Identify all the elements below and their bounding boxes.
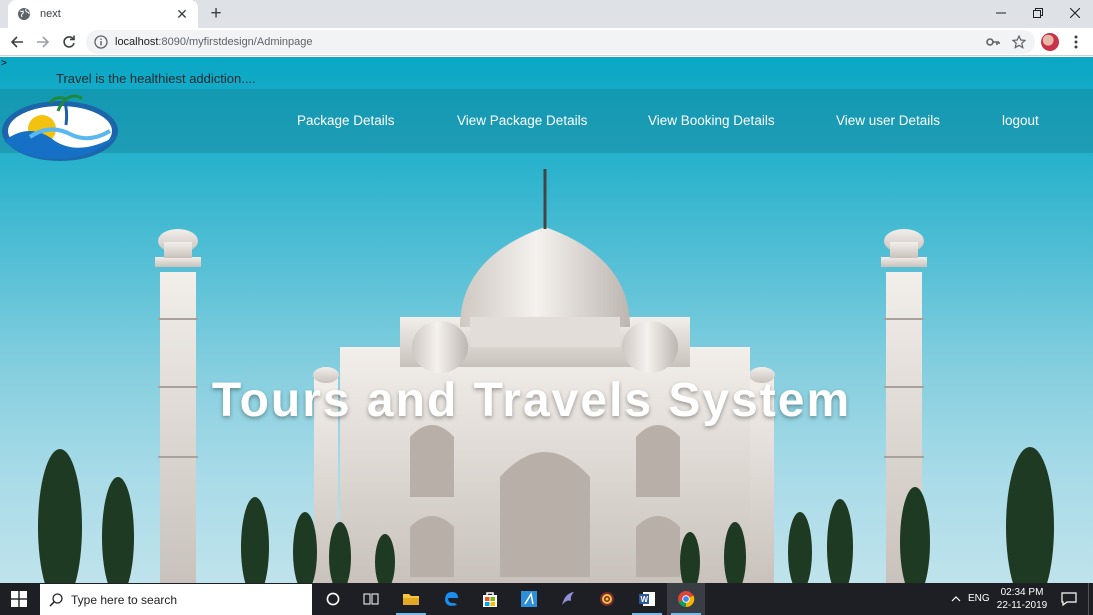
nav-view-user-details[interactable]: View user Details <box>836 113 940 128</box>
nav-package-details[interactable]: Package Details <box>297 113 395 128</box>
close-icon[interactable]: ✕ <box>174 6 190 22</box>
close-window-icon[interactable] <box>1057 0 1093 26</box>
language-indicator[interactable]: ENG <box>968 593 990 604</box>
forward-arrow-icon[interactable] <box>33 32 53 52</box>
file-explorer-icon[interactable] <box>392 583 430 615</box>
taskbar: Type here to search W ENG 02:34 PM 22-11… <box>0 583 1093 615</box>
chevron-up-icon[interactable] <box>948 583 964 615</box>
task-view-icon[interactable] <box>352 583 390 615</box>
edge-icon[interactable] <box>432 583 470 615</box>
search-icon <box>49 592 63 607</box>
tab-title: next <box>40 8 61 20</box>
avatar[interactable] <box>1041 33 1059 51</box>
kebab-menu-icon[interactable] <box>1068 32 1084 52</box>
dolphin-app-icon[interactable] <box>549 583 587 615</box>
clock[interactable]: 02:34 PM 22-11-2019 <box>996 586 1048 612</box>
minimize-icon[interactable] <box>983 0 1019 26</box>
url-path: :8090/myfirstdesign/Adminpage <box>158 36 313 48</box>
key-icon[interactable] <box>983 32 1003 52</box>
browser-tab[interactable]: next ✕ <box>8 0 198 28</box>
nav-view-package-details[interactable]: View Package Details <box>457 113 587 128</box>
hero-title: Tours and Travels System <box>211 374 852 427</box>
url-host: localhost <box>115 36 159 48</box>
gear-app-icon[interactable] <box>588 583 626 615</box>
chrome-icon[interactable] <box>667 583 705 615</box>
globe-icon <box>18 8 30 20</box>
address-bar[interactable]: localhost:8090/myfirstdesign/Adminpage <box>86 30 1035 54</box>
star-icon[interactable] <box>1009 32 1029 52</box>
clock-time: 02:34 PM <box>1000 587 1044 598</box>
info-icon[interactable] <box>94 35 108 49</box>
taskbar-search-box[interactable]: Type here to search <box>40 584 312 615</box>
navbar: Package Details View Package Details Vie… <box>0 89 1093 161</box>
restore-icon[interactable] <box>1020 0 1056 26</box>
travel-logo-icon <box>2 94 118 161</box>
tab-strip: next ✕ + <box>0 0 1093 28</box>
browser-toolbar: localhost:8090/myfirstdesign/Adminpage <box>0 28 1093 56</box>
store-icon[interactable] <box>471 583 509 615</box>
stray-text: > <box>1 58 7 69</box>
back-arrow-icon[interactable] <box>7 32 27 52</box>
clock-date: 22-11-2019 <box>996 600 1048 611</box>
app-icon[interactable] <box>510 583 548 615</box>
search-placeholder: Type here to search <box>71 592 178 607</box>
tagline: Travel is the healthiest addiction.... <box>56 71 256 86</box>
new-tab-button[interactable]: + <box>206 4 226 23</box>
page-viewport: > Travel is the healthiest addiction....… <box>0 57 1093 583</box>
nav-logout[interactable]: logout <box>1002 113 1039 128</box>
notification-icon[interactable] <box>1058 583 1080 615</box>
svg-text:W: W <box>641 595 649 604</box>
cortana-circle-icon[interactable] <box>314 583 352 615</box>
show-desktop-button[interactable] <box>1088 583 1093 615</box>
word-icon[interactable]: W <box>628 583 666 615</box>
url-text: localhost:8090/myfirstdesign/Adminpage <box>115 36 983 48</box>
nav-view-booking-details[interactable]: View Booking Details <box>648 113 775 128</box>
reload-icon[interactable] <box>59 32 79 52</box>
windows-start-icon[interactable] <box>0 583 38 615</box>
